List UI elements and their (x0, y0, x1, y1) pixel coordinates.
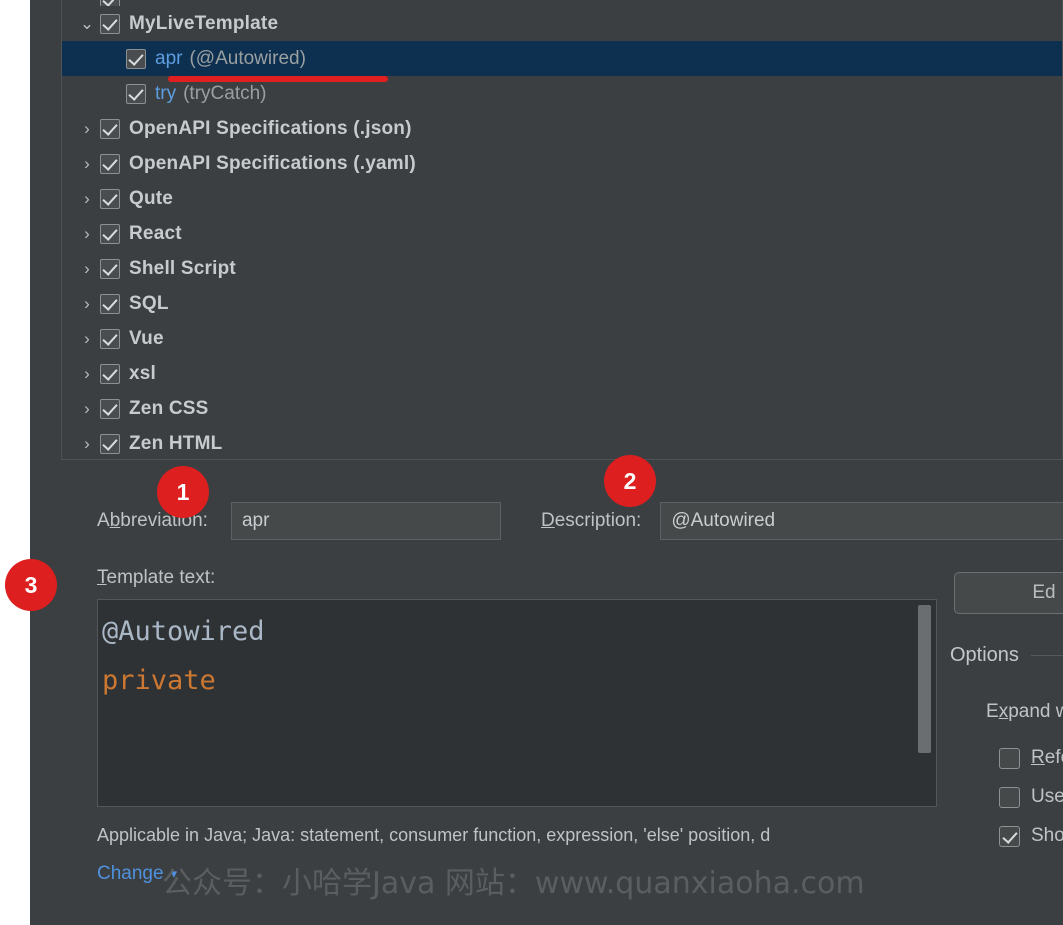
tree-row-label: Zen HTML (129, 432, 223, 454)
tree-row-label: Vue (129, 327, 164, 349)
chevron-right-icon[interactable]: › (74, 155, 100, 172)
edit-variables-button[interactable]: Ed (954, 572, 1063, 614)
tree-leaf-abbreviation: apr (155, 47, 183, 69)
tree-row-checkbox[interactable] (100, 188, 120, 209)
tree-row-label: MyLiveTemplate (129, 12, 279, 34)
tree-row-apr[interactable]: apr (@Autowired) (62, 41, 1062, 76)
live-templates-tree[interactable]: › ⌄ MyLiveTemplate apr (@Autowired) try … (61, 0, 1063, 460)
expand-with-text: Expand wit (986, 701, 1063, 722)
tree-row-checkbox[interactable] (100, 433, 120, 454)
template-editor-scrollbar[interactable] (918, 605, 931, 753)
tree-leaf-abbreviation: try (155, 82, 177, 104)
option-label: Shorte (1031, 825, 1063, 846)
tree-row-checkbox[interactable] (100, 258, 120, 279)
tree-row-label: React (129, 222, 182, 244)
description-input[interactable]: @Autowired (660, 502, 1063, 540)
live-templates-dialog: › ⌄ MyLiveTemplate apr (@Autowired) try … (30, 0, 1063, 925)
tree-row-checkbox[interactable] (100, 398, 120, 419)
options-divider (1030, 655, 1063, 656)
annotation-badge-1: 1 (157, 466, 209, 518)
chevron-right-icon[interactable]: › (74, 120, 100, 137)
option-use-static-import-row[interactable]: Use st (999, 786, 1063, 808)
annotation-badge-2: 2 (604, 455, 656, 507)
tree-row-shell-script[interactable]: › Shell Script (62, 251, 1062, 286)
tree-row-xsl[interactable]: › xsl (62, 356, 1062, 391)
tree-row-openapi-json[interactable]: › OpenAPI Specifications (.json) (62, 111, 1062, 146)
tree-row-checkbox[interactable] (100, 328, 120, 349)
template-editor-form: Abbreviation: apr Description: @Autowire… (61, 466, 1063, 925)
change-link-label: Change (97, 863, 164, 884)
option-shorten-fqn-row[interactable]: Shorte (999, 825, 1063, 847)
chevron-down-icon: ▾ (170, 866, 178, 881)
annotation-underline (168, 76, 388, 82)
template-text-editor[interactable]: @Autowired private (97, 599, 937, 807)
change-context-link[interactable]: Change ▾ (97, 863, 177, 885)
chevron-right-icon[interactable]: › (74, 400, 100, 417)
chevron-right-icon[interactable]: › (74, 365, 100, 382)
tree-row-label: OpenAPI Specifications (.json) (129, 117, 412, 139)
template-code-line: private (102, 665, 216, 696)
tree-row-label: SQL (129, 292, 169, 314)
screenshot-root: › ⌄ MyLiveTemplate apr (@Autowired) try … (0, 0, 1063, 925)
expand-with-label: Expand wit (986, 701, 1063, 723)
tree-row-checkbox[interactable] (100, 153, 120, 174)
option-label: Use st (1031, 786, 1063, 807)
tree-row-sql[interactable]: › SQL (62, 286, 1062, 321)
description-label: Description: (541, 510, 642, 531)
tree-row-checkbox[interactable] (100, 363, 120, 384)
chevron-right-icon[interactable]: › (74, 260, 100, 277)
abbreviation-input[interactable]: apr (230, 502, 501, 540)
description-row: Description: @Autowired (541, 502, 1063, 540)
tree-row-checkbox[interactable] (126, 48, 146, 69)
tree-row-zen-html[interactable]: › Zen HTML (62, 426, 1062, 459)
abbreviation-row: Abbreviation: apr (97, 502, 501, 540)
tree-row-zen-css[interactable]: › Zen CSS (62, 391, 1062, 426)
tree-row-react[interactable]: › React (62, 216, 1062, 251)
chevron-right-icon[interactable]: › (74, 225, 100, 242)
tree-leaf-description: (tryCatch) (183, 82, 267, 104)
option-checkbox[interactable] (999, 825, 1020, 847)
tree-row-label: OpenAPI Specifications (.yaml) (129, 152, 416, 174)
chevron-right-icon[interactable]: › (74, 330, 100, 347)
tree-row-checkbox[interactable] (100, 293, 120, 314)
tree-row-label: Qute (129, 187, 174, 209)
template-code-line: @Autowired (102, 616, 265, 647)
tree-leaf-description: (@Autowired) (189, 47, 306, 69)
tree-row-openapi-yaml[interactable]: › OpenAPI Specifications (.yaml) (62, 146, 1062, 181)
tree-row-checkbox[interactable] (100, 223, 120, 244)
tree-row-checkbox[interactable] (100, 118, 120, 139)
tree-row-checkbox[interactable] (126, 83, 146, 104)
chevron-right-icon[interactable]: › (74, 435, 100, 452)
tree-row-checkbox[interactable] (100, 13, 120, 34)
annotation-badge-3: 3 (5, 559, 57, 611)
chevron-right-icon[interactable]: › (74, 190, 100, 207)
tree-row-qute[interactable]: › Qute (62, 181, 1062, 216)
option-reformat-row[interactable]: Reform (999, 747, 1063, 769)
applicable-context-text: Applicable in Java; Java: statement, con… (97, 825, 771, 845)
chevron-down-icon[interactable]: ⌄ (74, 15, 100, 32)
options-section-header: Options (950, 644, 1063, 667)
tree-row-mylivetemplate[interactable]: ⌄ MyLiveTemplate (62, 6, 1062, 41)
tree-row-label: Zen CSS (129, 397, 209, 419)
option-checkbox[interactable] (999, 747, 1020, 769)
tree-row-vue[interactable]: › Vue (62, 321, 1062, 356)
option-checkbox[interactable] (999, 786, 1020, 808)
option-label: Reform (1031, 747, 1063, 768)
tree-row-label: xsl (129, 362, 157, 384)
template-text-label: Template text: (97, 567, 216, 588)
tree-row-label: Shell Script (129, 257, 236, 279)
chevron-right-icon[interactable]: › (74, 295, 100, 312)
options-section-title: Options (950, 644, 1019, 666)
